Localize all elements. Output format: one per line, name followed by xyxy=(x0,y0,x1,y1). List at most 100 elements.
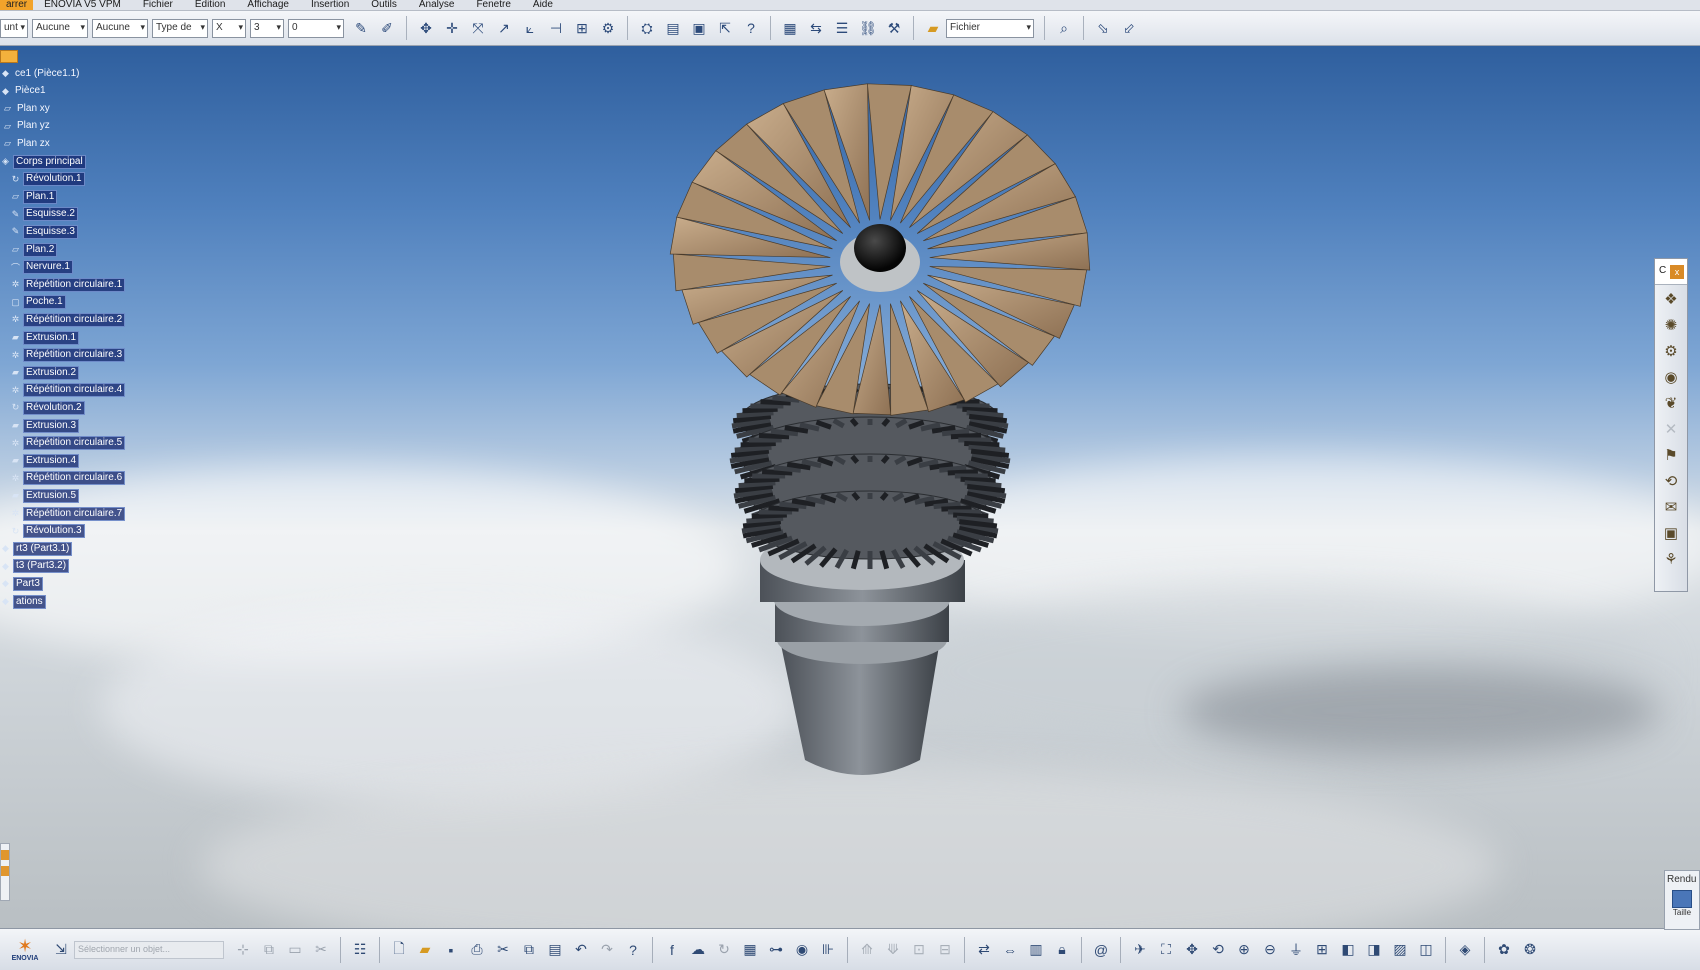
tree-item[interactable]: ◆ ce1 (Pièce1.1) xyxy=(0,66,81,81)
dock-icon[interactable] xyxy=(1,850,9,860)
print-icon[interactable]: ⎙ xyxy=(467,940,487,960)
iso-view-icon[interactable]: ◧ xyxy=(1338,940,1358,960)
tree-root-icon[interactable] xyxy=(0,50,18,63)
paste-icon[interactable]: ▭ xyxy=(285,940,305,960)
graph-icon[interactable]: ⊶ xyxy=(766,940,786,960)
disabled-tool-icon[interactable]: ⊟ xyxy=(935,940,955,960)
tree-item[interactable]: ↻ Révolution.1 xyxy=(10,172,85,187)
line-type-select[interactable]: Aucune xyxy=(32,18,88,38)
3d-viewport[interactable] xyxy=(0,46,1700,928)
material-icon[interactable]: ⚑ xyxy=(1658,443,1684,467)
tree-item[interactable]: ◆ Part3 xyxy=(0,576,43,591)
assembly-icon[interactable]: ⚙ xyxy=(598,18,618,38)
send-icon[interactable]: ⬂ xyxy=(1093,18,1113,38)
compare-icon[interactable]: ⇆ xyxy=(806,18,826,38)
enovia-logo[interactable]: ✶ ENOVIA xyxy=(2,931,48,969)
save-icon[interactable]: ▪ xyxy=(441,940,461,960)
table-icon[interactable]: ▤ xyxy=(663,18,683,38)
zoom-in-icon[interactable]: ⊕ xyxy=(1234,940,1254,960)
hide-show-icon[interactable]: ▨ xyxy=(1390,940,1410,960)
disabled-tool-icon[interactable]: ⟰ xyxy=(857,940,877,960)
links-icon[interactable]: ⛓ xyxy=(858,18,878,38)
command-input[interactable]: Sélectionner un objet... xyxy=(74,940,224,959)
tree-item[interactable]: ◆ Pièce1 xyxy=(0,84,48,99)
tree-item[interactable]: ✎ Esquisse.3 xyxy=(10,224,78,239)
paint-icon[interactable]: ✎ xyxy=(351,18,371,38)
at-icon[interactable]: @ xyxy=(1091,940,1111,960)
redo-icon[interactable]: ↷ xyxy=(597,940,617,960)
tree-item[interactable]: ✲ Répétition circulaire.4 xyxy=(10,383,126,398)
tree-item[interactable]: ▰ Extrusion.1 xyxy=(10,330,80,345)
render-quality-icon[interactable]: ❂ xyxy=(1520,940,1540,960)
tree-item[interactable]: ◆ t3 (Part3.2) xyxy=(0,559,70,574)
dock-icon[interactable] xyxy=(1,866,9,876)
cut-icon[interactable]: ✂ xyxy=(493,940,513,960)
pan-icon[interactable]: ✥ xyxy=(1182,940,1202,960)
tree-item[interactable]: ✲ Répétition circulaire.6 xyxy=(10,471,126,486)
shooting-icon[interactable]: ✉ xyxy=(1658,495,1684,519)
disabled-tool-icon[interactable]: ⟱ xyxy=(883,940,903,960)
tree-item[interactable]: ✲ Répétition circulaire.7 xyxy=(10,506,126,521)
folder-icon[interactable]: ▰ xyxy=(923,18,943,38)
render-image-icon[interactable] xyxy=(1672,890,1692,908)
knowledge-icon[interactable]: ◉ xyxy=(792,940,812,960)
light-icon[interactable]: ⚙ xyxy=(1658,339,1684,363)
tree-item[interactable]: ✲ Répétition circulaire.3 xyxy=(10,348,126,363)
whats-this-icon[interactable]: ? xyxy=(623,940,643,960)
law-icon[interactable]: ⊪ xyxy=(818,940,838,960)
open-folder-icon[interactable]: ▰ xyxy=(415,940,435,960)
help-icon[interactable]: ? xyxy=(741,18,761,38)
turntable-icon[interactable]: ⟲ xyxy=(1658,469,1684,493)
menu-outils[interactable]: Outils xyxy=(360,0,408,10)
texture-icon[interactable]: ❦ xyxy=(1658,391,1684,415)
table-icon[interactable]: ▦ xyxy=(740,940,760,960)
comment-icon[interactable]: ☁ xyxy=(688,940,708,960)
tree-item[interactable]: ▰ Extrusion.4 xyxy=(10,453,80,468)
tree-item[interactable]: ◆ rt3 (Part3.1) xyxy=(0,541,73,556)
fly-icon[interactable]: ✈ xyxy=(1130,940,1150,960)
brush-icon[interactable]: ✐ xyxy=(377,18,397,38)
tree-item[interactable]: ▱ Plan.2 xyxy=(10,242,58,257)
tree-item[interactable]: ▢ Poche.1 xyxy=(10,295,66,310)
tree-item[interactable]: ▱ Plan zx xyxy=(2,136,52,151)
tree-view-icon[interactable]: ☷ xyxy=(350,940,370,960)
image-icon[interactable]: ▣ xyxy=(1658,521,1684,545)
settings-icon[interactable]: ⚘ xyxy=(1658,547,1684,571)
undo-icon[interactable]: ↶ xyxy=(571,940,591,960)
image-icon[interactable]: ▣ xyxy=(689,18,709,38)
pick-icon[interactable]: ↗ xyxy=(494,18,514,38)
menu-start[interactable]: arrer xyxy=(0,0,34,10)
update-icon[interactable]: ↻ xyxy=(714,940,734,960)
close-icon[interactable]: x xyxy=(1670,265,1684,279)
tree-item[interactable]: ▱ Plan xy xyxy=(2,101,52,116)
manipulator-icon[interactable]: ⤧ xyxy=(468,18,488,38)
tree-item[interactable]: ✲ Répétition circulaire.2 xyxy=(10,312,126,327)
tree-item[interactable]: ↻ Révolution.2 xyxy=(10,400,85,415)
menu-analyse[interactable]: Analyse xyxy=(408,0,466,10)
menu-insertion[interactable]: Insertion xyxy=(300,0,360,10)
depth-select[interactable]: 3 xyxy=(250,18,284,38)
disabled-tool-icon[interactable]: ⊡ xyxy=(909,940,929,960)
compass-tool-icon[interactable]: ⇔ xyxy=(1000,940,1020,960)
shading-icon[interactable]: ◨ xyxy=(1364,940,1384,960)
snap-grid-icon[interactable]: ⊹ xyxy=(233,940,253,960)
value-select[interactable]: 0 xyxy=(288,18,344,38)
file-select[interactable]: Fichier xyxy=(946,18,1034,38)
constraint-icon[interactable]: ⊞ xyxy=(572,18,592,38)
menu-fenetre[interactable]: Fenetre xyxy=(465,0,521,10)
lock-icon[interactable]: 🔒︎ xyxy=(1052,940,1072,960)
normal-view-icon[interactable]: ⏚ xyxy=(1286,940,1306,960)
tools-icon[interactable]: ⚒ xyxy=(884,18,904,38)
tree-item[interactable]: ✲ Répétition circulaire.1 xyxy=(10,277,126,292)
multi-view-icon[interactable]: ⊞ xyxy=(1312,940,1332,960)
delete-icon[interactable]: ✂ xyxy=(311,940,331,960)
measure-icon[interactable]: ⊣ xyxy=(546,18,566,38)
swap-icon[interactable]: ⇄ xyxy=(974,940,994,960)
catalog-icon[interactable]: ⛭ xyxy=(637,18,657,38)
tree-item[interactable]: ✲ Répétition circulaire.5 xyxy=(10,436,126,451)
layer-select[interactable]: X xyxy=(212,18,246,38)
menu-fichier[interactable]: Fichier xyxy=(132,0,184,10)
catalog-icon[interactable]: ▥ xyxy=(1026,940,1046,960)
tree-item[interactable]: ◈ Corps principal xyxy=(0,154,86,169)
point-type-select[interactable]: Type de xyxy=(152,18,208,38)
